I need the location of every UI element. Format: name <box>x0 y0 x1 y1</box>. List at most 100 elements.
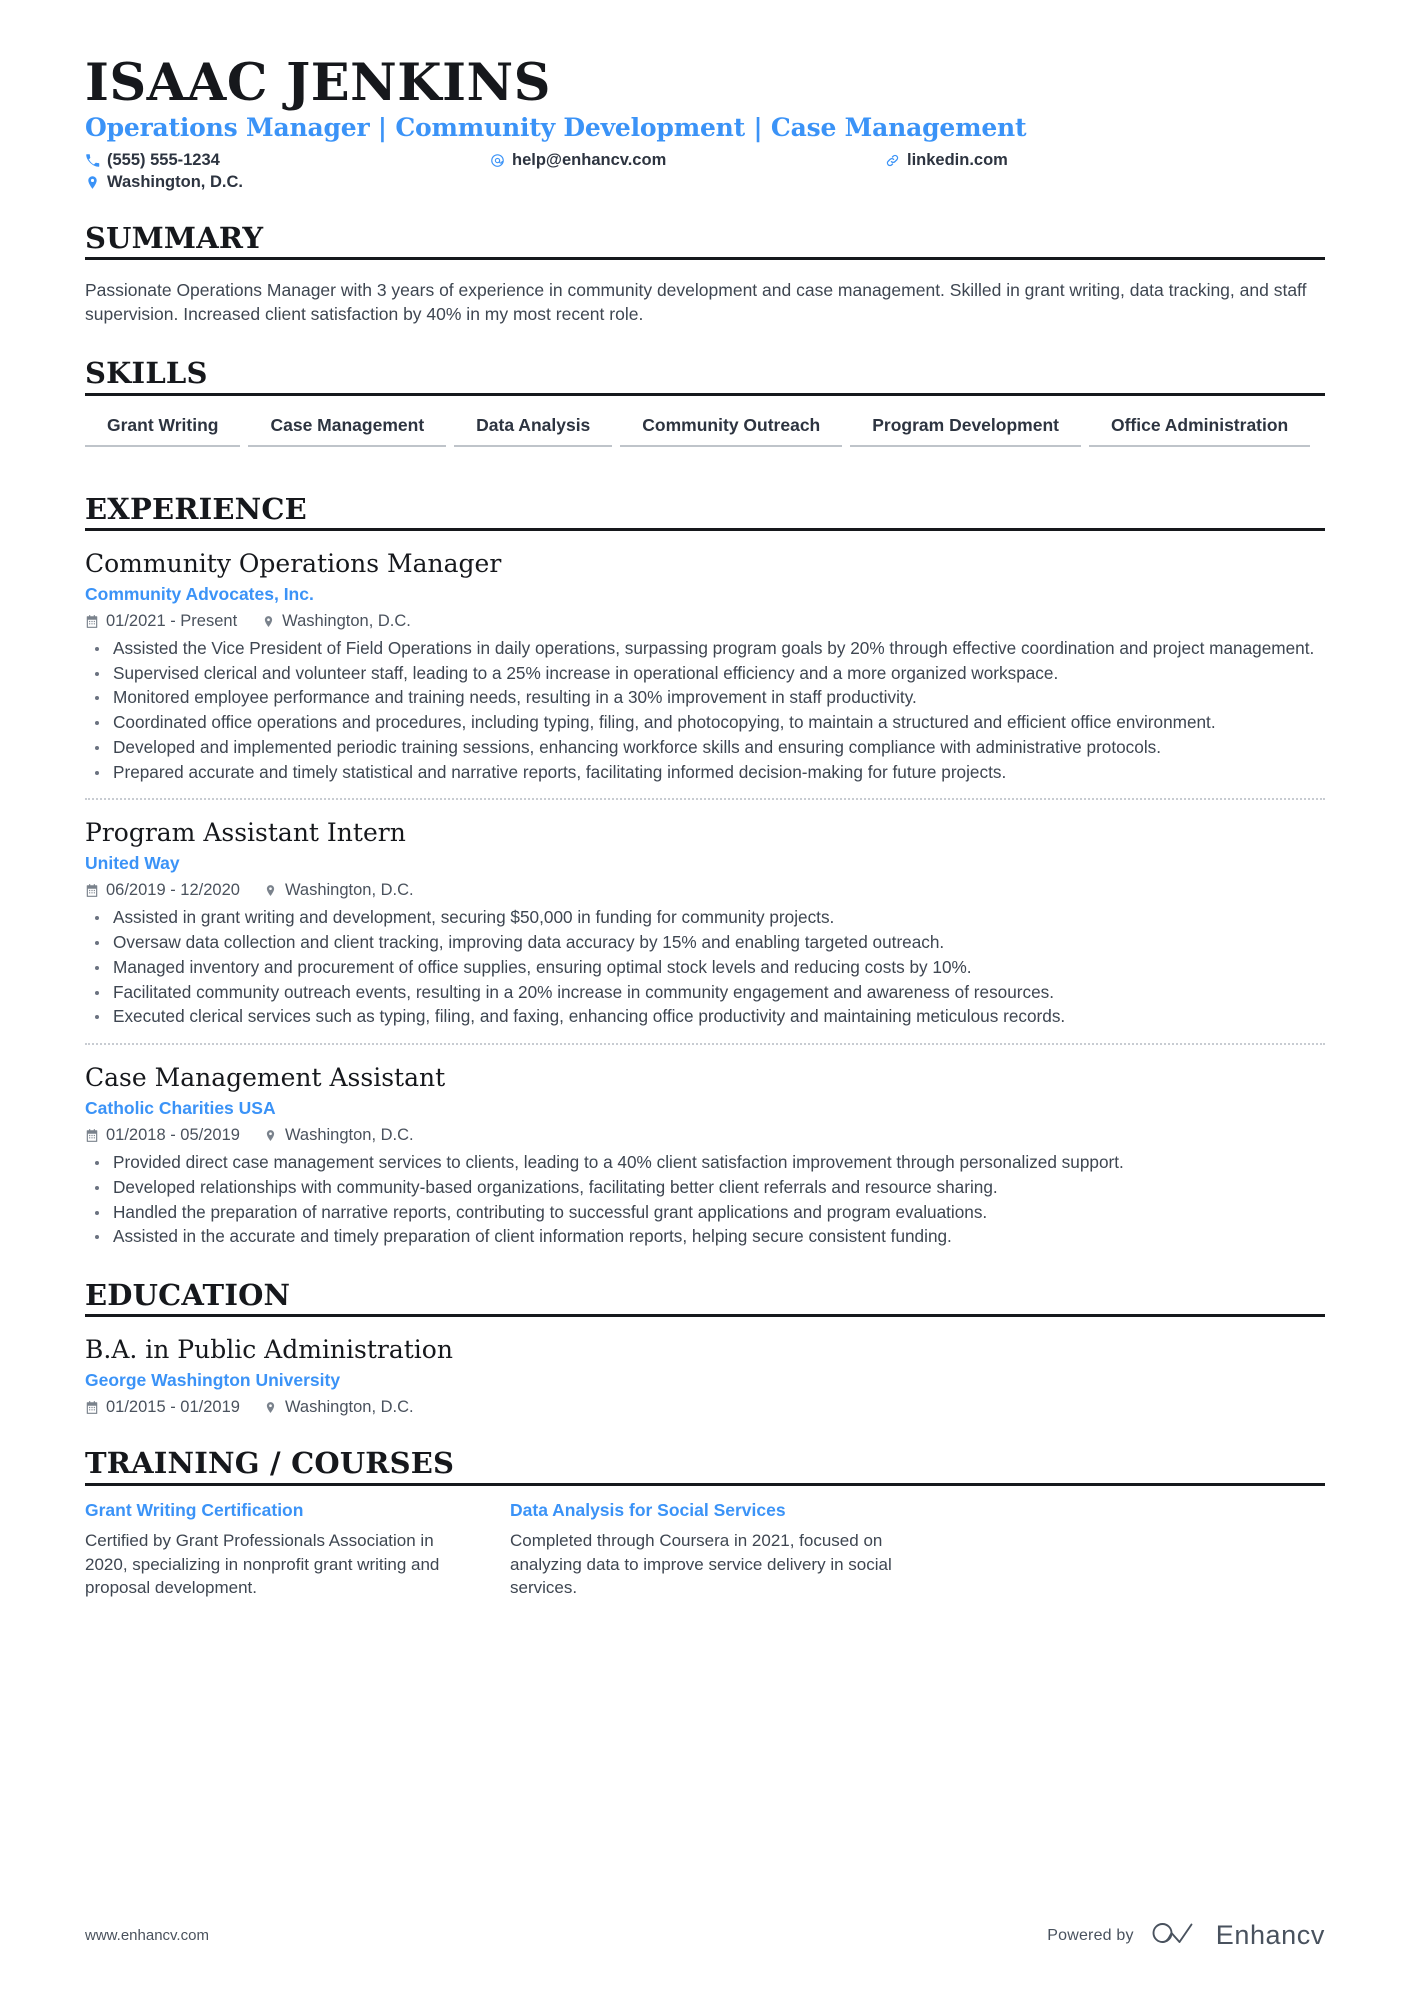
email-icon <box>490 153 505 168</box>
education-dates-text: 01/2015 - 01/2019 <box>106 1398 240 1417</box>
course-description: Completed through Coursera in 2021, focu… <box>510 1530 892 1598</box>
location-icon <box>85 175 100 190</box>
bullet-item: Facilitated community outreach events, r… <box>85 981 1325 1005</box>
footer-branding: Powered by Enhancv <box>1047 1920 1325 1951</box>
section-title-training: TRAINING / COURSES <box>85 1446 455 1481</box>
job-company: United Way <box>85 853 180 874</box>
section-summary: SUMMARY Passionate Operations Manager wi… <box>85 220 1325 328</box>
skill-tag: Program Development <box>850 410 1081 447</box>
course-name: Data Analysis for Social Services <box>510 1499 786 1520</box>
job-dates-text: 01/2018 - 05/2019 <box>106 1126 240 1145</box>
section-title-skills: SKILLS <box>85 356 208 391</box>
section-title-summary: SUMMARY <box>85 220 264 255</box>
school-name: George Washington University <box>85 1370 341 1391</box>
skill-tag: Community Outreach <box>620 410 843 447</box>
contact-info: (555) 555-1234 help@enhancv.com linkedin… <box>85 151 1325 192</box>
contact-linkedin-text: linkedin.com <box>907 150 1008 169</box>
link-icon <box>885 153 900 168</box>
education-location: Washington, D.C. <box>264 1398 414 1417</box>
section-divider <box>85 1482 1325 1486</box>
education-location-text: Washington, D.C. <box>284 1398 414 1417</box>
bullet-item: Coordinated office operations and proced… <box>85 711 1325 735</box>
job-meta: 06/2019 - 12/2020 Washington, D.C. <box>85 881 1325 900</box>
summary-text: Passionate Operations Manager with 3 yea… <box>85 279 1307 325</box>
footer-website[interactable]: www.enhancv.com <box>85 1927 209 1944</box>
calendar-icon <box>85 614 99 629</box>
calendar-icon <box>85 883 99 898</box>
section-title-experience: EXPERIENCE <box>85 491 307 526</box>
contact-linkedin[interactable]: linkedin.com <box>885 151 1008 170</box>
contact-location: Washington, D.C. <box>85 173 490 192</box>
degree-title: B.A. in Public Administration <box>85 1335 453 1365</box>
location-icon <box>261 614 275 629</box>
powered-by-label: Powered by <box>1047 1926 1134 1944</box>
job-company: Community Advocates, Inc. <box>85 584 314 605</box>
section-divider <box>85 257 1325 261</box>
education-entry: B.A. in Public Administration George Was… <box>85 1331 1325 1417</box>
bullet-item: Developed and implemented periodic train… <box>85 736 1325 760</box>
skills-list: Grant Writing Case Management Data Analy… <box>85 410 1325 463</box>
section-divider <box>85 1314 1325 1318</box>
calendar-icon <box>85 1128 99 1143</box>
experience-entry: Program Assistant Intern United Way 06/2… <box>85 798 1325 1029</box>
skill-tag: Case Management <box>248 410 447 447</box>
skill-tag: Data Analysis <box>454 410 613 447</box>
skill-tag: Office Administration <box>1088 410 1311 447</box>
bullet-item: Oversaw data collection and client track… <box>85 931 1325 955</box>
job-role: Program Assistant Intern <box>85 818 406 848</box>
resume-header: ISAAC JENKINS Operations Manager | Commu… <box>85 56 1325 192</box>
course-name: Grant Writing Certification <box>85 1499 304 1520</box>
job-meta: 01/2021 - Present Washington, D.C. <box>85 612 1325 631</box>
bullet-item: Managed inventory and procurement of off… <box>85 956 1325 980</box>
contact-email[interactable]: help@enhancv.com <box>490 151 885 170</box>
bullet-item: Handled the preparation of narrative rep… <box>85 1201 1325 1225</box>
job-bullets: Provided direct case management services… <box>85 1151 1325 1249</box>
job-dates-text: 01/2021 - Present <box>106 612 238 631</box>
bullet-item: Prepared accurate and timely statistical… <box>85 761 1325 785</box>
enhancv-brand-name: Enhancv <box>1215 1920 1325 1950</box>
bullet-item: Assisted in grant writing and developmen… <box>85 906 1325 930</box>
calendar-icon <box>85 1400 99 1415</box>
job-role: Case Management Assistant <box>85 1063 446 1093</box>
contact-phone-text: (555) 555-1234 <box>107 150 220 169</box>
education-meta: 01/2015 - 01/2019 Washington, D.C. <box>85 1398 1325 1417</box>
section-skills: SKILLS Grant Writing Case Management Dat… <box>85 356 1325 463</box>
bullet-item: Executed clerical services such as typin… <box>85 1005 1325 1029</box>
job-location: Washington, D.C. <box>261 612 411 631</box>
job-dates: 06/2019 - 12/2020 <box>85 881 240 900</box>
enhancv-logo-icon <box>1150 1920 1200 1951</box>
job-location: Washington, D.C. <box>264 881 414 900</box>
section-training: TRAINING / COURSES Grant Writing Certifi… <box>85 1447 1325 1600</box>
course-description: Certified by Grant Professionals Associa… <box>85 1530 440 1598</box>
job-dates-text: 06/2019 - 12/2020 <box>106 881 240 900</box>
job-dates: 01/2021 - Present <box>85 612 237 631</box>
bullet-item: Developed relationships with community-b… <box>85 1176 1325 1200</box>
job-dates: 01/2018 - 05/2019 <box>85 1126 240 1145</box>
bullet-item: Provided direct case management services… <box>85 1151 1325 1175</box>
bullet-item: Assisted the Vice President of Field Ope… <box>85 637 1325 661</box>
experience-entry: Community Operations Manager Community A… <box>85 545 1325 784</box>
phone-icon <box>85 153 100 168</box>
job-location-text: Washington, D.C. <box>284 881 414 900</box>
experience-entry: Case Management Assistant Catholic Chari… <box>85 1043 1325 1249</box>
education-dates: 01/2015 - 01/2019 <box>85 1398 240 1417</box>
contact-phone[interactable]: (555) 555-1234 <box>85 151 490 170</box>
bullet-item: Supervised clerical and volunteer staff,… <box>85 662 1325 686</box>
courses-list: Grant Writing Certification Certified by… <box>85 1500 1325 1600</box>
course-item: Grant Writing Certification Certified by… <box>85 1500 510 1600</box>
job-company: Catholic Charities USA <box>85 1098 276 1119</box>
job-bullets: Assisted in grant writing and developmen… <box>85 906 1325 1029</box>
skill-tag: Grant Writing <box>85 410 241 447</box>
job-location: Washington, D.C. <box>264 1126 414 1145</box>
bullet-item: Assisted in the accurate and timely prep… <box>85 1225 1325 1249</box>
location-icon <box>264 1400 278 1415</box>
course-item: Data Analysis for Social Services Comple… <box>510 1500 935 1600</box>
contact-row-2: Washington, D.C. <box>85 173 1325 192</box>
section-title-education: EDUCATION <box>85 1278 291 1313</box>
section-education: EDUCATION B.A. in Public Administration … <box>85 1278 1325 1417</box>
location-icon <box>264 883 278 898</box>
job-role: Community Operations Manager <box>85 549 502 579</box>
section-experience: EXPERIENCE Community Operations Manager … <box>85 491 1325 1249</box>
resume-page: ISAAC JENKINS Operations Manager | Commu… <box>0 0 1410 1995</box>
candidate-name: ISAAC JENKINS <box>85 53 551 113</box>
